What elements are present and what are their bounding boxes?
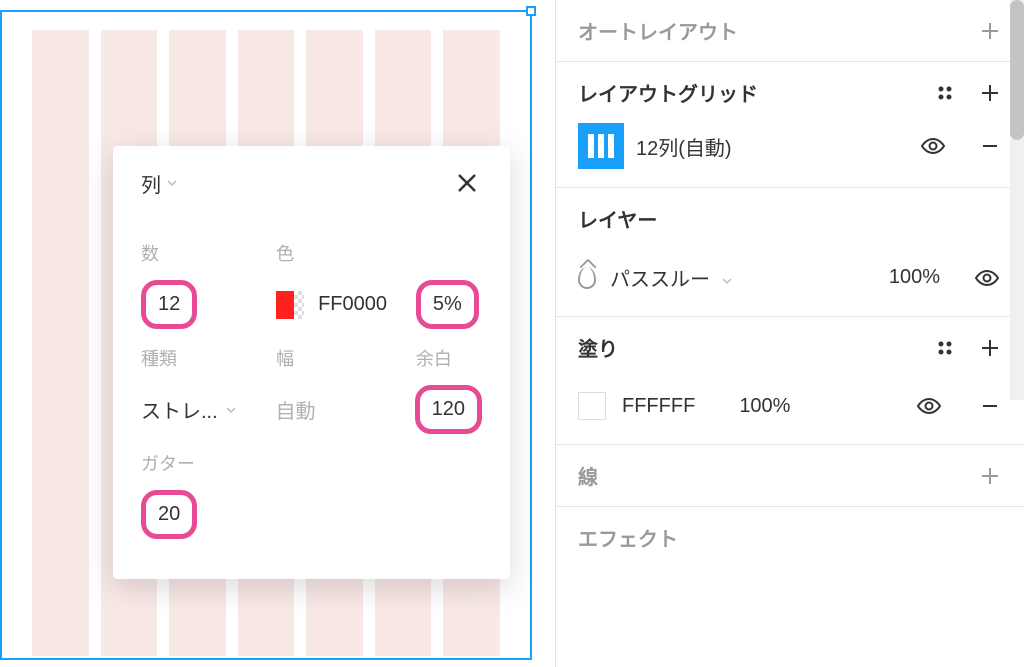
plus-icon [980,21,1000,41]
panel-scrollbar[interactable] [1010,0,1024,400]
toggle-fill-visibility-button[interactable] [916,397,942,415]
margin-label: 余白 [416,345,482,371]
popup-title-text: 列 [141,169,161,198]
effects-section: エフェクト [556,507,1024,568]
fill-section: 塗り FFFFFF 100% [556,317,1024,445]
autolayout-section: オートレイアウト [556,0,1024,62]
selection-handle-top-right[interactable] [526,6,536,16]
count-input[interactable]: 12 [141,280,197,329]
type-dropdown[interactable]: ストレ... [141,395,275,424]
column-settings-popup: 列 数 色 12 FF0000 5% 種類 幅 [113,146,510,579]
color-hex-input[interactable]: FF0000 [318,293,387,316]
popup-body: 数 色 12 FF0000 5% 種類 幅 余白 ストレ... [113,216,510,579]
gutter-input[interactable]: 20 [141,490,197,539]
grid-styles-button[interactable] [936,84,954,102]
layer-opacity-input[interactable]: 100% [889,266,940,289]
width-input: 自動 [275,401,315,423]
layoutgrid-title: レイアウトグリッド [578,78,758,107]
grid-dots-icon [936,339,954,357]
add-fill-button[interactable] [980,338,1000,358]
remove-grid-button[interactable] [980,136,1000,156]
plus-icon [980,466,1000,486]
blend-mode-icon [578,267,596,289]
plus-icon [980,83,1000,103]
fill-title: 塗り [578,333,618,362]
eye-icon [916,397,942,415]
chevron-down-icon [722,276,732,286]
effects-title: エフェクト [578,523,678,552]
color-swatch[interactable] [276,291,304,319]
grid-dots-icon [936,84,954,102]
 [416,240,482,266]
fill-swatch[interactable] [578,392,606,420]
minus-icon [980,396,1000,416]
layer-title: レイヤー [578,204,657,233]
columns-icon [578,123,624,169]
type-label: 種類 [141,345,276,371]
stroke-title: 線 [578,461,598,490]
eye-icon [974,269,1000,287]
minus-icon [980,136,1000,156]
blend-mode-dropdown[interactable]: パススルー [610,263,732,292]
scrollbar-thumb[interactable] [1010,0,1024,140]
grid-item[interactable]: 12列(自動) [556,123,1024,187]
layer-section: レイヤー パススルー 100% [556,188,1024,317]
fill-styles-button[interactable] [936,339,954,357]
popup-header: 列 [113,146,510,216]
grid-item-label: 12列(自動) [636,132,908,161]
color-label: 色 [276,240,416,266]
close-icon [456,172,478,194]
chevron-down-icon [167,178,177,188]
plus-icon [980,338,1000,358]
stroke-section: 線 [556,445,1024,507]
chevron-down-icon [226,405,236,415]
toggle-grid-visibility-button[interactable] [920,137,946,155]
add-grid-button[interactable] [980,83,1000,103]
add-autolayout-button[interactable] [980,21,1000,41]
color-opacity-input[interactable]: 5% [416,280,479,329]
autolayout-title: オートレイアウト [578,16,738,45]
close-button[interactable] [452,168,482,198]
width-label: 幅 [276,345,416,371]
properties-panel: オートレイアウト レイアウトグリッド [555,0,1024,667]
layoutgrid-section: レイアウトグリッド 12列(自動) [556,62,1024,188]
fill-hex-input[interactable]: FFFFFF [622,395,695,418]
count-label: 数 [141,240,276,266]
add-stroke-button[interactable] [980,466,1000,486]
gutter-label: ガター [141,450,284,476]
popup-type-dropdown[interactable]: 列 [141,169,177,198]
grid-column [32,30,89,656]
margin-input[interactable]: 120 [415,385,482,434]
remove-fill-button[interactable] [980,396,1000,416]
type-value: ストレ... [141,395,218,424]
eye-icon [920,137,946,155]
fill-opacity-input[interactable]: 100% [739,395,790,418]
toggle-layer-visibility-button[interactable] [974,269,1000,287]
